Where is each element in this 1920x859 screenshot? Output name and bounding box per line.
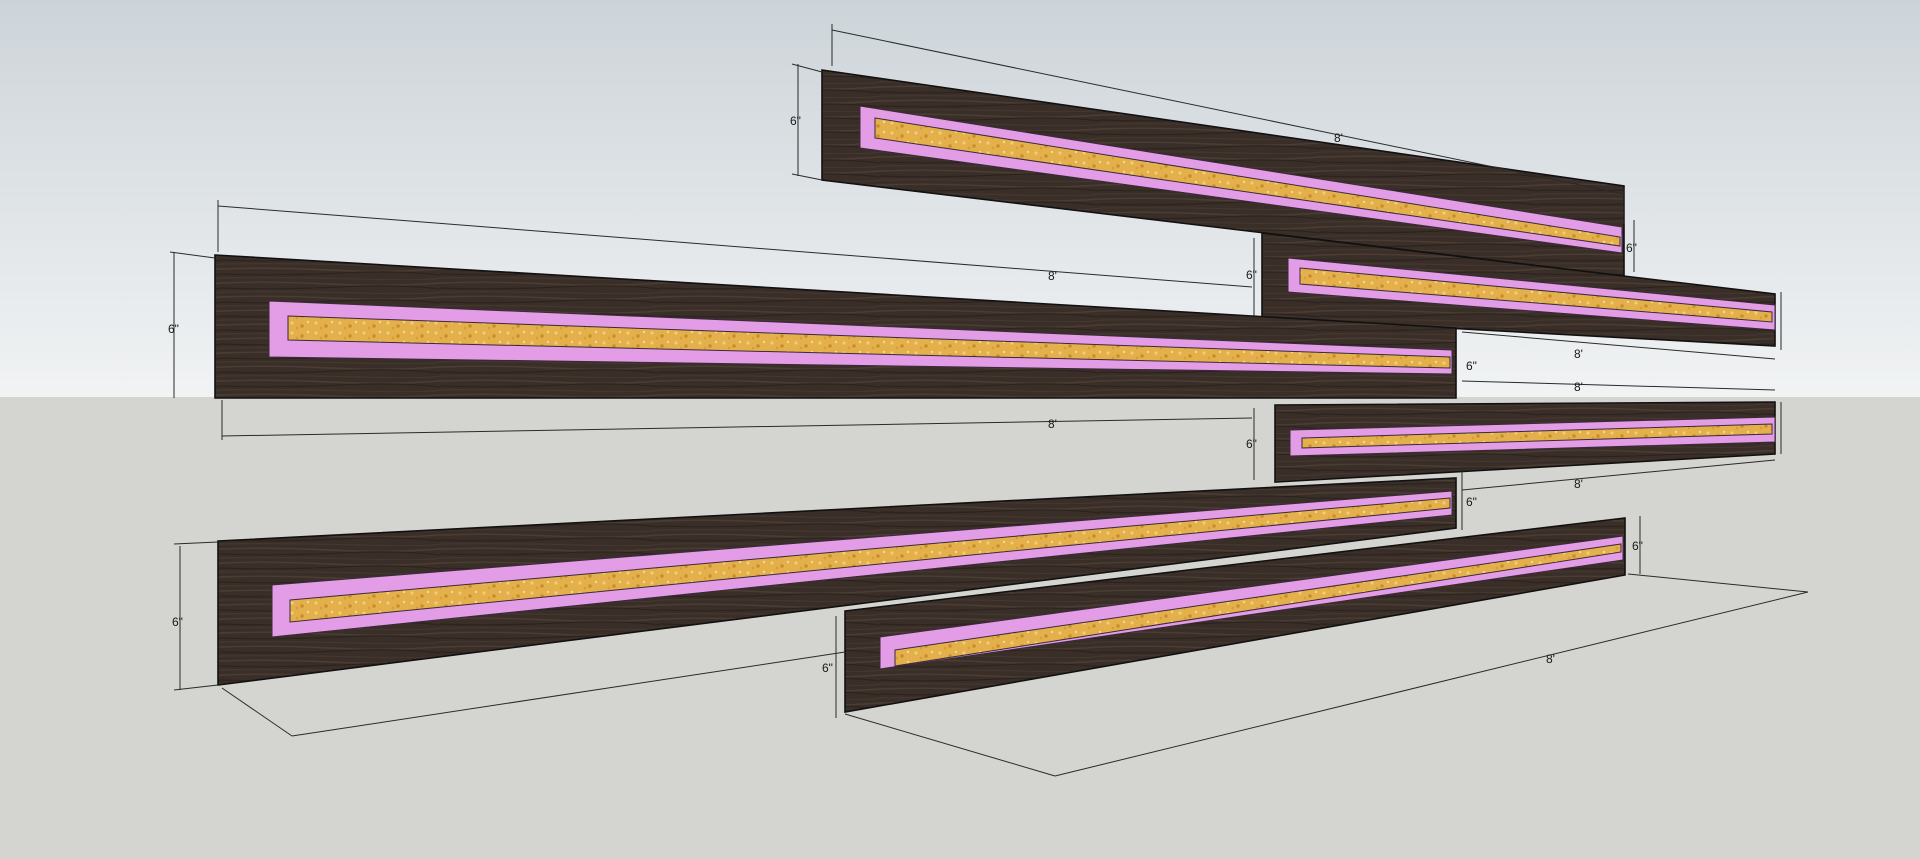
dim-label-height: 6": [822, 661, 833, 675]
dim-label-height: 6": [1246, 268, 1257, 282]
dim-label-length: 8': [1574, 380, 1583, 394]
dim-label-height: 6": [1246, 437, 1257, 451]
dim-label-length: 8': [1546, 652, 1555, 666]
dim-label-length: 8': [1334, 131, 1343, 145]
dim-label-length: 8': [1574, 347, 1583, 361]
dim-label-height: 6": [172, 615, 183, 629]
model-viewport[interactable]: 8' 6" 6" 6" 8' 6" 6" 8' 8' 8' 6" 8' 6" 6…: [0, 0, 1920, 859]
scene-canvas[interactable]: 8' 6" 6" 6" 8' 6" 6" 8' 8' 8' 6" 8' 6" 6…: [0, 0, 1920, 859]
dim-label-height: 6": [168, 322, 179, 336]
dim-label-height: 6": [1626, 241, 1637, 255]
dim-label-height: 6": [1466, 495, 1477, 509]
dim-label-length: 8': [1048, 269, 1057, 283]
dim-label-height: 6": [1466, 359, 1477, 373]
dim-label-height: 6": [1632, 539, 1643, 553]
dim-label-length: 8': [1048, 417, 1057, 431]
dim-label-length: 8': [1574, 477, 1583, 491]
dim-label-height: 6": [790, 114, 801, 128]
